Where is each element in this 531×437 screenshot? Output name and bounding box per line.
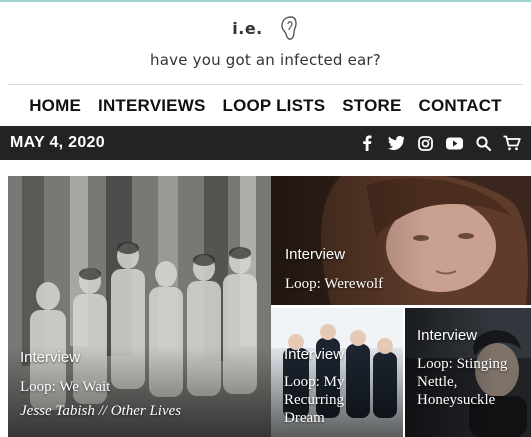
- feature-tile-recurring-dream[interactable]: Interview Loop: My Recurring Dream: [271, 308, 403, 437]
- feature-tile-we-wait[interactable]: Interview Loop: We Wait Jesse Tabish // …: [8, 176, 271, 437]
- tile-category: Interview: [20, 349, 81, 366]
- nav-store[interactable]: STORE: [342, 96, 401, 116]
- tile-category: Interview: [284, 346, 345, 363]
- header-divider: [8, 84, 523, 85]
- ear-icon: [277, 13, 299, 43]
- nav-contact[interactable]: CONTACT: [419, 96, 502, 116]
- site-brand[interactable]: i.e.: [0, 8, 531, 48]
- nav-home[interactable]: HOME: [29, 96, 81, 116]
- tile-byline[interactable]: Jesse Tabish // Other Lives: [20, 403, 181, 420]
- feature-tile-werewolf[interactable]: Interview Loop: Werewolf: [271, 176, 531, 305]
- search-icon[interactable]: [474, 134, 492, 152]
- twitter-icon[interactable]: [387, 134, 405, 152]
- nav-interviews[interactable]: INTERVIEWS: [98, 96, 205, 116]
- site-tagline: have you got an infected ear?: [150, 51, 381, 69]
- top-bar: MAY 4, 2020: [0, 126, 531, 160]
- tile-title[interactable]: Loop: Werewolf: [285, 275, 383, 293]
- main-nav: HOME INTERVIEWS LOOP LISTS STORE CONTACT: [0, 90, 531, 122]
- feature-tile-stinging-nettle[interactable]: Interview Loop: Stinging Nettle, Honeysu…: [405, 308, 531, 437]
- top-accent-line: [0, 0, 531, 2]
- tile-title[interactable]: Loop: My Recurring Dream: [284, 373, 376, 427]
- current-date: MAY 4, 2020: [10, 134, 105, 151]
- site-logo-text[interactable]: i.e.: [232, 19, 263, 38]
- tile-category: Interview: [285, 246, 346, 263]
- band-photo: [8, 176, 271, 437]
- nav-loop-lists[interactable]: LOOP LISTS: [223, 96, 326, 116]
- tile-title[interactable]: Loop: We Wait: [20, 378, 110, 396]
- tile-category: Interview: [417, 327, 478, 344]
- facebook-icon[interactable]: [358, 134, 376, 152]
- cart-icon[interactable]: [503, 134, 521, 152]
- youtube-icon[interactable]: [445, 134, 463, 152]
- instagram-icon[interactable]: [416, 134, 434, 152]
- social-icons: [358, 134, 521, 152]
- tile-title[interactable]: Loop: Stinging Nettle, Honeysuckle: [417, 355, 517, 409]
